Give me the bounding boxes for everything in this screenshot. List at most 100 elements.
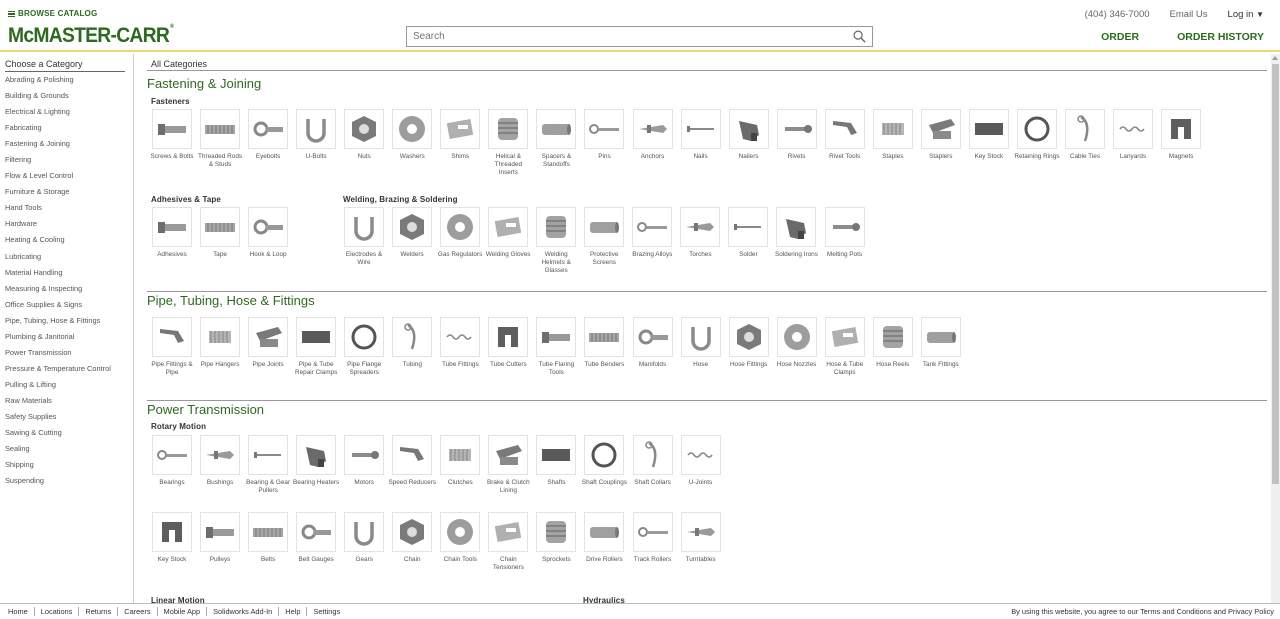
catalog-tile[interactable]: Manifolds (629, 317, 677, 369)
sidebar-category-item[interactable]: Office Supplies & Signs (5, 300, 111, 316)
sidebar-category-item[interactable]: Sawing & Cutting (5, 428, 111, 444)
catalog-tile[interactable]: Nailers (725, 109, 773, 161)
catalog-tile[interactable]: Hose & Tube Clamps (821, 317, 869, 377)
browse-catalog-button[interactable]: BROWSE CATALOG (8, 9, 97, 18)
catalog-tile[interactable]: Chain Tensioners (484, 512, 532, 572)
sidebar-category-item[interactable]: Fastening & Joining (5, 139, 111, 155)
sidebar-category-item[interactable]: Filtering (5, 155, 111, 171)
catalog-tile[interactable]: Staplers (917, 109, 965, 161)
footer-link[interactable]: Mobile App (156, 607, 207, 616)
catalog-tile[interactable]: Anchors (629, 109, 677, 161)
order-link[interactable]: ORDER (1101, 31, 1139, 43)
catalog-tile[interactable]: U-Bolts (292, 109, 340, 161)
catalog-tile[interactable]: Hose Reels (869, 317, 917, 369)
catalog-tile[interactable]: Hose Nozzles (773, 317, 821, 369)
catalog-tile[interactable]: Rivets (773, 109, 821, 161)
footer-link[interactable]: Returns (78, 607, 117, 616)
sidebar-category-item[interactable]: Flow & Level Control (5, 171, 111, 187)
catalog-tile[interactable]: Tube Cutters (484, 317, 532, 369)
footer-link[interactable]: Solidworks Add-In (206, 607, 278, 616)
catalog-tile[interactable]: U-Joints (677, 435, 725, 487)
section-title-pipe[interactable]: Pipe, Tubing, Hose & Fittings (147, 293, 315, 308)
catalog-tile[interactable]: Protective Screens (580, 207, 628, 267)
catalog-tile[interactable]: Electrodes & Wire (340, 207, 388, 267)
catalog-tile[interactable]: Hose Fittings (725, 317, 773, 369)
subcategory-title[interactable]: Hydraulics (583, 596, 625, 603)
site-logo[interactable]: McMASTER-CARR® (8, 24, 174, 48)
footer-link[interactable]: Home (8, 607, 34, 616)
catalog-tile[interactable]: Sprockets (532, 512, 580, 564)
sidebar-category-item[interactable]: Pressure & Temperature Control (5, 364, 111, 380)
catalog-tile[interactable]: Tube Fittings (436, 317, 484, 369)
catalog-tile[interactable]: Motors (340, 435, 388, 487)
sidebar-category-item[interactable]: Abrading & Polishing (5, 75, 111, 91)
subcategory-title[interactable]: Rotary Motion (151, 422, 206, 431)
catalog-tile[interactable]: Washers (388, 109, 436, 161)
catalog-tile[interactable]: Chain Tools (436, 512, 484, 564)
catalog-tile[interactable]: Bearing Heaters (292, 435, 340, 487)
phone-number[interactable]: (404) 346-7000 (1085, 9, 1150, 20)
catalog-tile[interactable]: Welders (388, 207, 436, 259)
subcategory-title[interactable]: Fasteners (151, 97, 190, 106)
sidebar-category-item[interactable]: Power Transmission (5, 348, 111, 364)
catalog-tile[interactable]: Bearing & Gear Pullers (244, 435, 292, 495)
catalog-tile[interactable]: Brazing Alloys (628, 207, 676, 259)
catalog-tile[interactable]: Track Rollers (629, 512, 677, 564)
catalog-tile[interactable]: Gas Regulators (436, 207, 484, 259)
catalog-tile[interactable]: Melting Pots (821, 207, 869, 259)
catalog-tile[interactable]: Belt Gauges (292, 512, 340, 564)
catalog-tile[interactable]: Clutches (436, 435, 484, 487)
sidebar-category-item[interactable]: Plumbing & Janitorial (5, 332, 111, 348)
sidebar-category-item[interactable]: Fabricating (5, 123, 111, 139)
catalog-tile[interactable]: Pins (580, 109, 628, 161)
sidebar-category-item[interactable]: Electrical & Lighting (5, 107, 111, 123)
subcategory-title[interactable]: Adhesives & Tape (151, 195, 221, 204)
catalog-tile[interactable]: Soldering Irons (772, 207, 820, 259)
sidebar-category-item[interactable]: Pipe, Tubing, Hose & Fittings (5, 316, 111, 332)
catalog-tile[interactable]: Cable Ties (1061, 109, 1109, 161)
catalog-tile[interactable]: Lanyards (1109, 109, 1157, 161)
catalog-tile[interactable]: Shaft Couplings (580, 435, 628, 487)
catalog-tile[interactable]: Pipe Joints (244, 317, 292, 369)
catalog-tile[interactable]: Tank Fittings (917, 317, 965, 369)
catalog-tile[interactable]: Staples (869, 109, 917, 161)
catalog-tile[interactable]: Gears (340, 512, 388, 564)
sidebar-category-item[interactable]: Measuring & Inspecting (5, 284, 111, 300)
catalog-tile[interactable]: Turntables (677, 512, 725, 564)
section-title-power-transmission[interactable]: Power Transmission (147, 402, 264, 417)
order-history-link[interactable]: ORDER HISTORY (1177, 31, 1264, 43)
page-scrollbar[interactable] (1271, 54, 1280, 603)
catalog-tile[interactable]: Speed Reducers (388, 435, 436, 487)
footer-link[interactable]: Careers (117, 607, 156, 616)
catalog-tile[interactable]: Belts (244, 512, 292, 564)
catalog-tile[interactable]: Shafts (532, 435, 580, 487)
login-menu[interactable]: Log in ▼ (1228, 9, 1264, 20)
catalog-tile[interactable]: Magnets (1157, 109, 1205, 161)
catalog-tile[interactable]: Torches (676, 207, 724, 259)
search-input[interactable] (413, 31, 843, 42)
catalog-tile[interactable]: Pulleys (196, 512, 244, 564)
catalog-tile[interactable]: Pipe Hangers (196, 317, 244, 369)
catalog-tile[interactable]: Adhesives (148, 207, 196, 259)
sidebar-category-item[interactable]: Suspending (5, 476, 111, 492)
catalog-tile[interactable]: Retaining Rings (1013, 109, 1061, 161)
sidebar-category-item[interactable]: Safety Supplies (5, 412, 111, 428)
sidebar-category-item[interactable]: Furniture & Storage (5, 187, 111, 203)
sidebar-category-item[interactable]: Material Handling (5, 268, 111, 284)
footer-link[interactable]: Settings (306, 607, 346, 616)
catalog-tile[interactable]: Threaded Rods & Studs (196, 109, 244, 169)
catalog-tile[interactable]: Hook & Loop (244, 207, 292, 259)
catalog-tile[interactable]: Pipe & Tube Repair Clamps (292, 317, 340, 377)
catalog-tile[interactable]: Key Stock (148, 512, 196, 564)
catalog-tile[interactable]: Brake & Clutch Lining (484, 435, 532, 495)
scroll-up-arrow-icon[interactable] (1272, 56, 1278, 60)
catalog-tile[interactable]: Solder (724, 207, 772, 259)
sidebar-category-item[interactable]: Raw Materials (5, 396, 111, 412)
sidebar-category-item[interactable]: Building & Grounds (5, 91, 111, 107)
search-icon[interactable] (853, 30, 866, 43)
catalog-tile[interactable]: Rivet Tools (821, 109, 869, 161)
catalog-tile[interactable]: Tape (196, 207, 244, 259)
sidebar-category-item[interactable]: Shipping (5, 460, 111, 476)
catalog-tile[interactable]: Pipe Fittings & Pipe (148, 317, 196, 377)
subcategory-title[interactable]: Linear Motion (151, 596, 205, 603)
